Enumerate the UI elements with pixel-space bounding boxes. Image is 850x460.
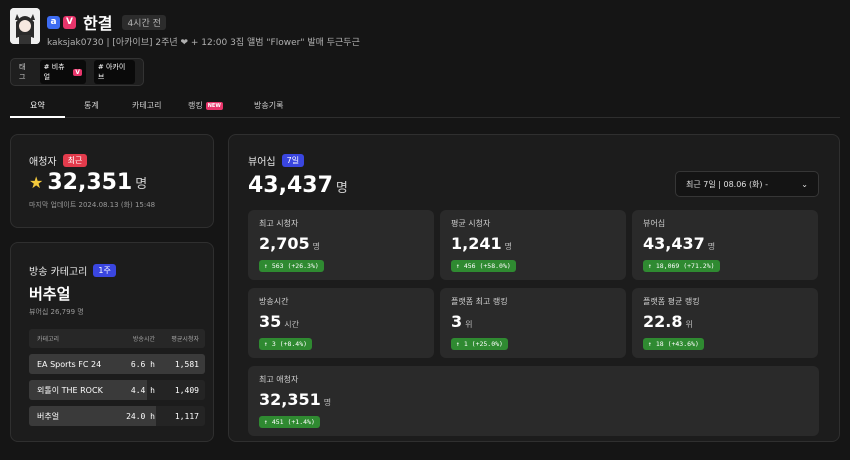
viewership-title: 뷰어십	[248, 157, 276, 168]
chevron-down-icon: ⌄	[801, 179, 808, 189]
category-name: EA Sports FC 24	[37, 359, 102, 369]
tab-statistics[interactable]: 통계	[84, 100, 99, 111]
new-badge: NEW	[205, 101, 223, 110]
viewership-total: 43,437	[248, 173, 333, 198]
stat-unit: 위	[465, 320, 473, 329]
active-tab-indicator	[10, 116, 65, 118]
tab-bar: 요약 통계 카테고리 랭킹 NEW 방송기록	[10, 93, 840, 118]
category-table: 카테고리 방송시간 평균시청자 EA Sports FC 24 6.6 h 1,…	[29, 329, 205, 426]
avatar[interactable]	[10, 8, 40, 44]
stream-hours: 6.6 h	[130, 359, 155, 369]
stat-label: 최고 애청자	[259, 375, 299, 384]
stat-unit: 명	[312, 242, 320, 251]
column-header: 방송시간	[132, 336, 155, 343]
table-row[interactable]: EA Sports FC 24 6.6 h 1,581	[29, 354, 205, 374]
viewership-unit: 명	[335, 181, 348, 196]
stat-value: 32,351	[259, 390, 321, 409]
tag-label: 태그	[19, 63, 26, 81]
afreeca-badge-icon: a	[47, 15, 60, 29]
change-badge: ↑ 18 (+43.6%)	[643, 338, 704, 350]
stat-label: 플랫폼 평균 랭킹	[643, 297, 700, 306]
tab-ranking[interactable]: 랭킹 NEW	[188, 100, 223, 111]
last-live-badge: 4시간 전	[122, 14, 166, 30]
stat-label: 플랫폼 최고 랭킹	[451, 297, 508, 306]
change-badge: ↑ 563 (+26.3%)	[259, 260, 324, 272]
seven-day-badge: 7일	[281, 154, 305, 167]
tab-category[interactable]: 카테고리	[132, 100, 161, 111]
viewership-panel: 뷰어십 7일 43,437 명 최근 7일 | 08.06 (화) - ⌄ 최고…	[228, 134, 840, 442]
tab-summary[interactable]: 요약	[30, 100, 45, 111]
table-row[interactable]: 외톨이 THE ROCK 4.4 h 1,409	[29, 380, 205, 400]
channel-header: a V 한결 4시간 전 kaksjak0730 | [아카이브] 2주년 ❤ …	[10, 8, 840, 48]
tag-chip-virtual[interactable]: # 비츄얼 V	[39, 60, 86, 84]
tab-ranking-label: 랭킹	[188, 101, 203, 110]
date-range-label: 최근 7일 | 08.06 (화) -	[686, 179, 768, 189]
avg-viewers: 1,117	[174, 411, 199, 421]
column-header: 평균시청자	[171, 336, 199, 343]
stat-value: 1,241	[451, 234, 502, 253]
stat-card-peak-viewers: 최고 시청자 2,705 명 ↑ 563 (+26.3%)	[248, 210, 434, 280]
tag-box: 태그 # 비츄얼 V # 아카이브	[10, 58, 144, 86]
stream-hours: 4.4 h	[130, 385, 155, 395]
stat-value: 22.8	[643, 312, 683, 331]
stat-label: 방송시간	[259, 297, 289, 306]
change-badge: ↑ 451 (+1.4%)	[259, 416, 320, 428]
table-row[interactable]: 버추얼 24.0 h 1,117	[29, 406, 205, 426]
top-category-name: 버추얼	[29, 285, 71, 303]
stream-hours: 24.0 h	[126, 411, 155, 421]
category-title: 방송 카테고리	[29, 267, 88, 278]
channel-description: kaksjak0730 | [아카이브] 2주년 ❤ + 12:00 3집 앨범…	[47, 38, 360, 48]
stat-value: 35	[259, 312, 282, 331]
stat-unit: 명	[707, 242, 716, 251]
stat-value: 2,705	[259, 234, 310, 253]
avg-viewers: 1,581	[174, 359, 199, 369]
column-header: 카테고리	[37, 336, 60, 343]
date-range-dropdown[interactable]: 최근 7일 | 08.06 (화) - ⌄	[675, 171, 819, 197]
week-badge: 1주	[93, 264, 116, 277]
avg-viewers: 1,409	[174, 385, 199, 395]
category-name: 외톨이 THE ROCK	[37, 385, 103, 395]
stat-value: 3	[451, 312, 463, 331]
stat-unit: 시간	[284, 320, 299, 329]
stat-card-peak-rank: 플랫폼 최고 랭킹 3위 ↑ 1 (+25.0%)	[440, 288, 626, 358]
stat-card-viewership: 뷰어십 43,437 명 ↑ 18,069 (+71.2%)	[632, 210, 818, 280]
last-updated: 마지막 업데이트 2024.08.13 (화) 15:48	[29, 201, 156, 209]
virtual-tag-icon: V	[73, 68, 82, 76]
change-badge: ↑ 1 (+25.0%)	[451, 338, 508, 350]
fan-title: 애청자	[29, 157, 57, 168]
table-header: 카테고리 방송시간 평균시청자	[29, 329, 205, 348]
stat-label: 최고 시청자	[259, 219, 299, 228]
change-badge: ↑ 456 (+58.0%)	[451, 260, 516, 272]
virtual-badge-icon: V	[63, 15, 76, 29]
category-name: 버추얼	[37, 411, 60, 421]
fan-panel: 애청자 최근 ★ 32,351 명 마지막 업데이트 2024.08.13 (화…	[10, 134, 214, 228]
stat-card-avg-rank: 플랫폼 평균 랭킹 22.8 위 ↑ 18 (+43.6%)	[632, 288, 818, 358]
stat-label: 평균 시청자	[451, 219, 491, 228]
stat-value: 43,437	[643, 234, 705, 253]
fan-count-unit: 명	[135, 177, 148, 192]
tab-broadcast-history[interactable]: 방송기록	[254, 100, 283, 111]
change-badge: ↑ 18,069 (+71.2%)	[643, 260, 720, 272]
tag-chip-archive[interactable]: # 아카이브	[93, 60, 135, 84]
stat-unit: 명	[504, 242, 512, 251]
stat-label: 뷰어십	[643, 219, 666, 228]
stat-card-stream-hours: 방송시간 35 시간 ↑ 3 (+8.4%)	[248, 288, 434, 358]
star-icon: ★	[29, 173, 44, 192]
change-badge: ↑ 3 (+8.4%)	[259, 338, 313, 350]
stat-card-avg-viewers: 평균 시청자 1,241 명 ↑ 456 (+58.0%)	[440, 210, 626, 280]
stat-card-top-fans: 최고 애청자 32,351 명 ↑ 451 (+1.4%)	[248, 366, 819, 436]
category-viewership: 뷰어십 26,799 명	[29, 308, 84, 316]
stat-unit: 위	[685, 320, 693, 329]
tag-chip-label: # 비츄얼	[43, 63, 65, 81]
stat-unit: 명	[323, 398, 332, 407]
recent-badge: 최근	[62, 154, 88, 167]
fan-count: 32,351	[47, 170, 133, 195]
streamer-name[interactable]: 한결	[83, 10, 112, 34]
category-panel: 방송 카테고리 1주 버추얼 뷰어십 26,799 명 카테고리 방송시간 평균…	[10, 242, 214, 442]
tag-chip-label: # 아카이브	[97, 63, 126, 81]
